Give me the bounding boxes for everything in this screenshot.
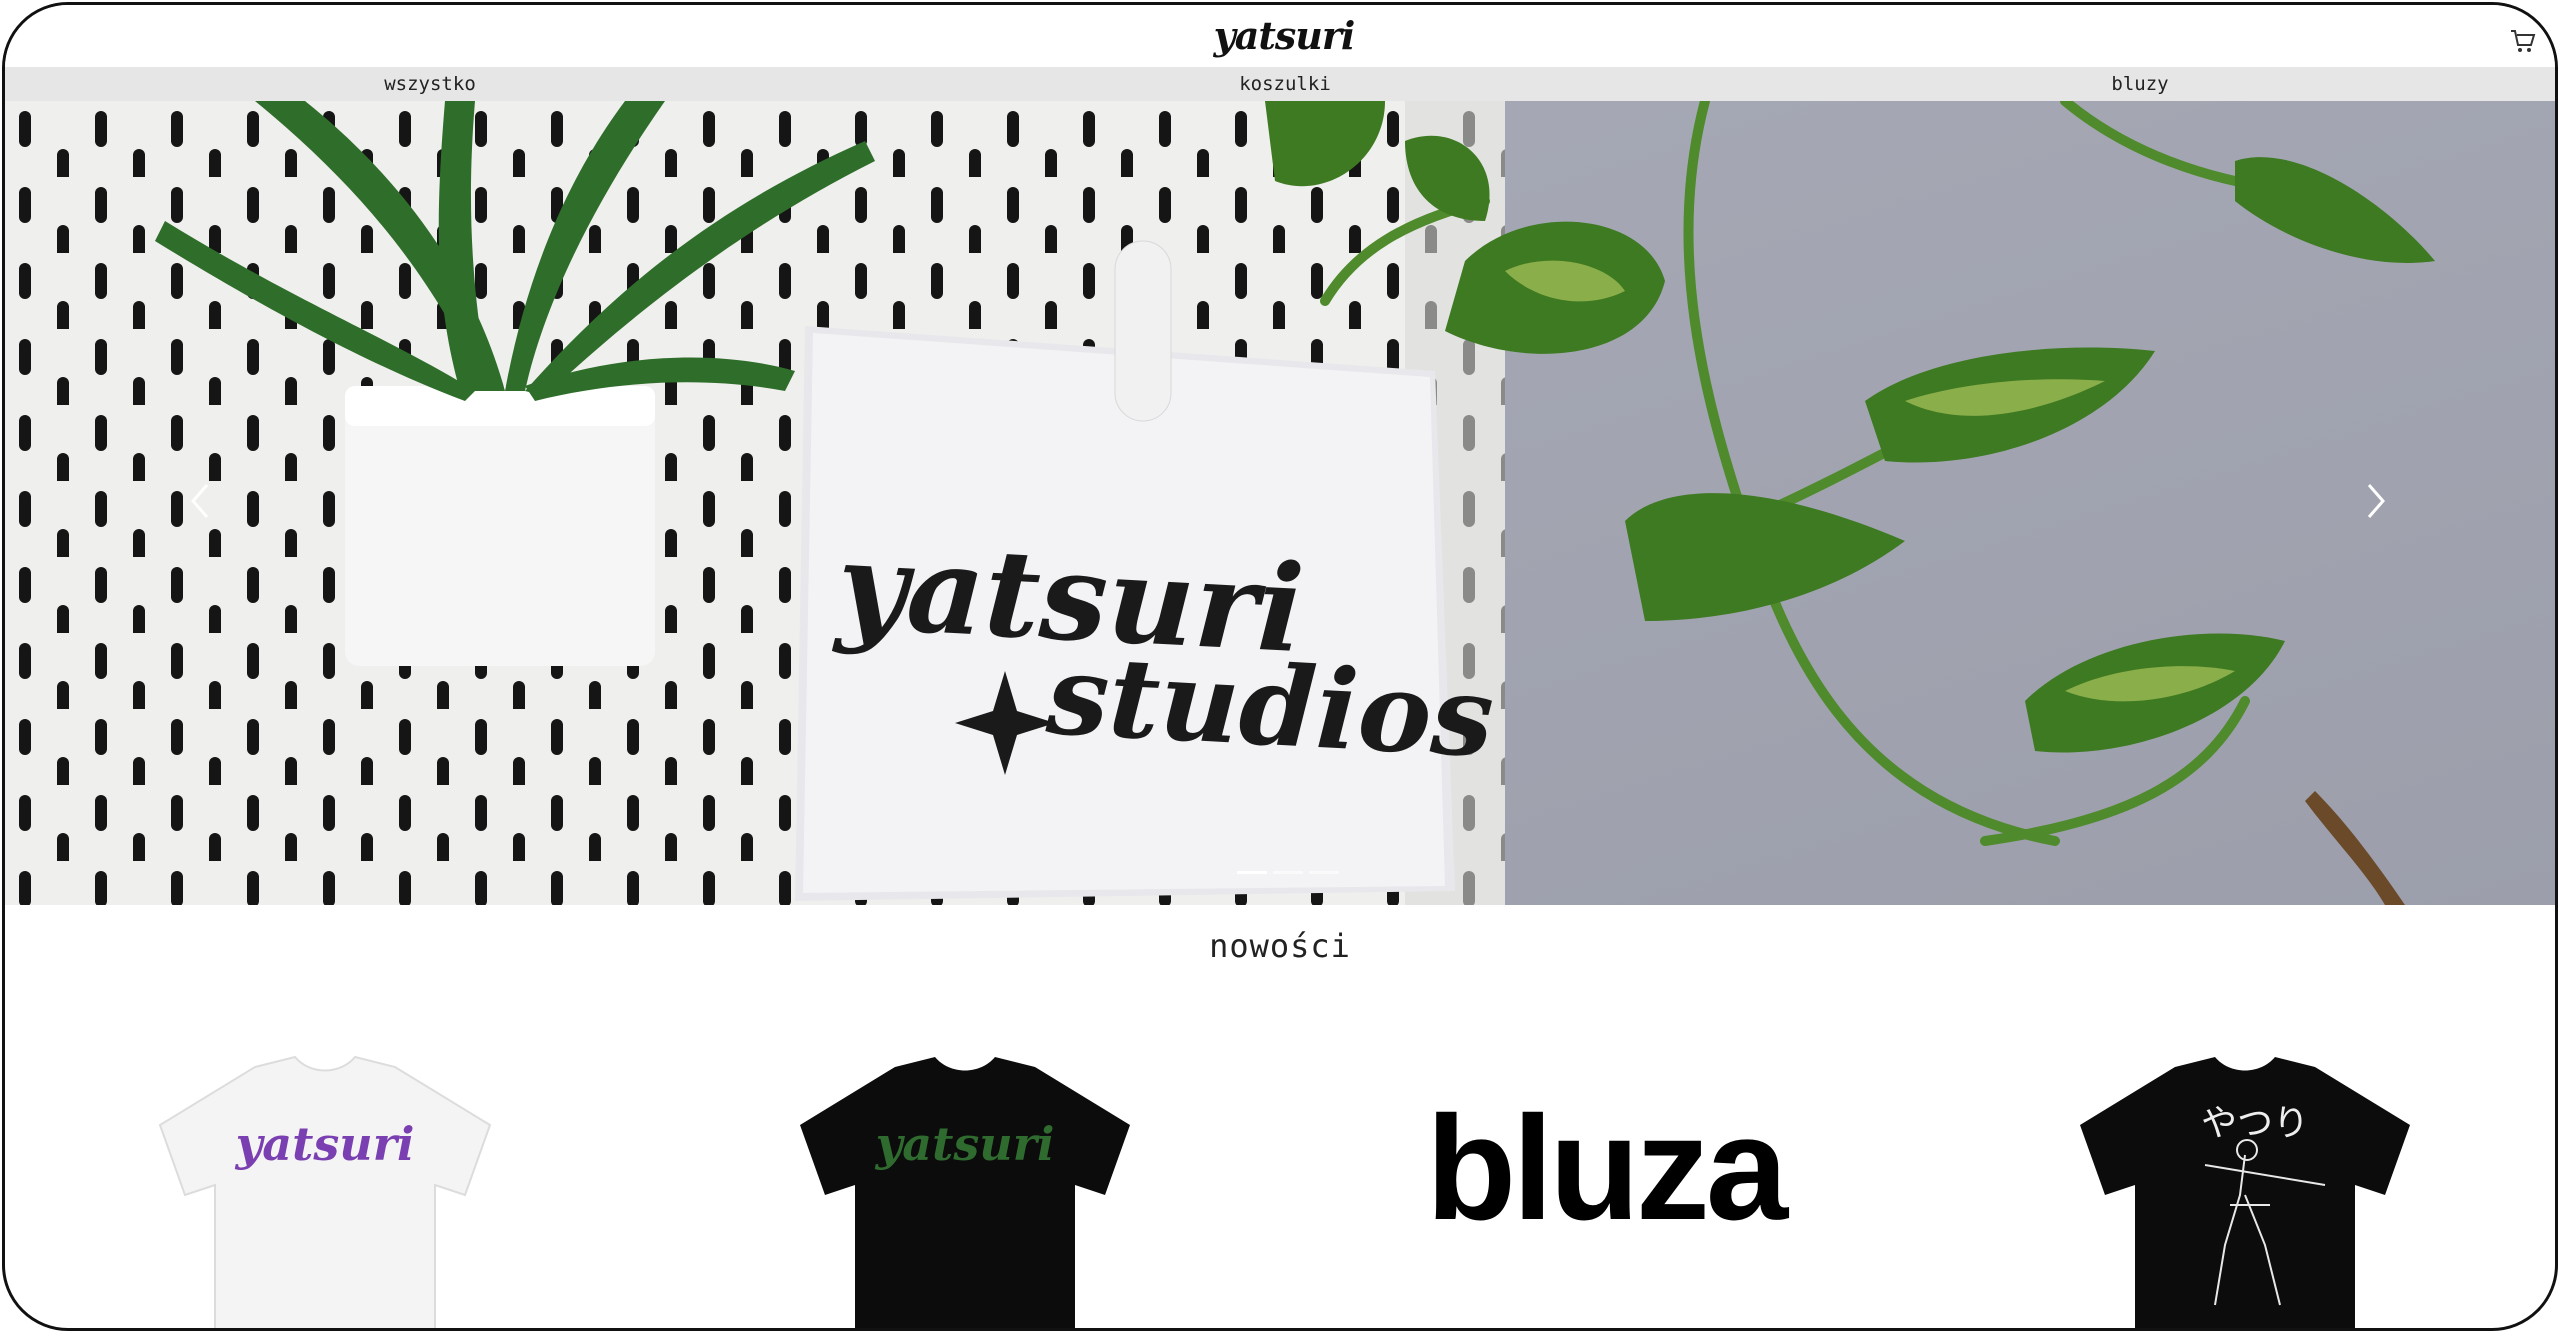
cart-icon[interactable]	[2507, 25, 2537, 55]
chevron-left-icon	[191, 484, 209, 518]
section-title: nowości	[1209, 927, 1351, 965]
nav-item-koszulki[interactable]: koszulki	[1239, 67, 1331, 101]
product-print-2: yatsuri	[875, 1117, 1055, 1171]
browser-frame: yatsuri wszystko koszulki bluzy yatsuri …	[2, 2, 2558, 1331]
category-nav: wszystko koszulki bluzy	[5, 67, 2555, 101]
carousel-prev-button[interactable]	[175, 471, 227, 531]
svg-text:yatsuri: yatsuri	[1213, 13, 1354, 58]
tshirt-image: やつり	[2080, 1057, 2410, 1328]
tshirt-image: yatsuri	[800, 1057, 1130, 1328]
hero-carousel[interactable]: yatsuri studios	[5, 101, 2555, 905]
product-print-1: yatsuri	[235, 1117, 415, 1171]
carousel-dot-2[interactable]	[1273, 871, 1303, 874]
product-card-4[interactable]: やつり	[2065, 1045, 2425, 1328]
product-card-3-label[interactable]: bluza	[1425, 1095, 1788, 1243]
nav-item-wszystko[interactable]: wszystko	[384, 67, 476, 101]
nav-item-bluzy[interactable]: bluzy	[2111, 67, 2168, 101]
chevron-right-icon	[2367, 484, 2385, 518]
carousel-dots	[1237, 871, 1339, 877]
tshirt-image: yatsuri	[158, 1055, 492, 1328]
carousel-next-button[interactable]	[2349, 471, 2401, 531]
site-header: yatsuri	[5, 5, 2555, 67]
brand-logo[interactable]: yatsuri	[1213, 9, 1356, 63]
hero-image: yatsuri studios	[5, 101, 2555, 905]
product-card-2[interactable]: yatsuri	[785, 1045, 1145, 1328]
carousel-dot-3[interactable]	[1309, 871, 1339, 874]
carousel-dot-1[interactable]	[1237, 871, 1267, 874]
product-card-1[interactable]: yatsuri	[145, 1045, 505, 1328]
hero-sign-text-2: studios	[1043, 630, 1497, 782]
product-print-4: やつり	[2201, 1103, 2309, 1144]
product-grid: yatsuri yatsuri やつり	[5, 1045, 2555, 1328]
